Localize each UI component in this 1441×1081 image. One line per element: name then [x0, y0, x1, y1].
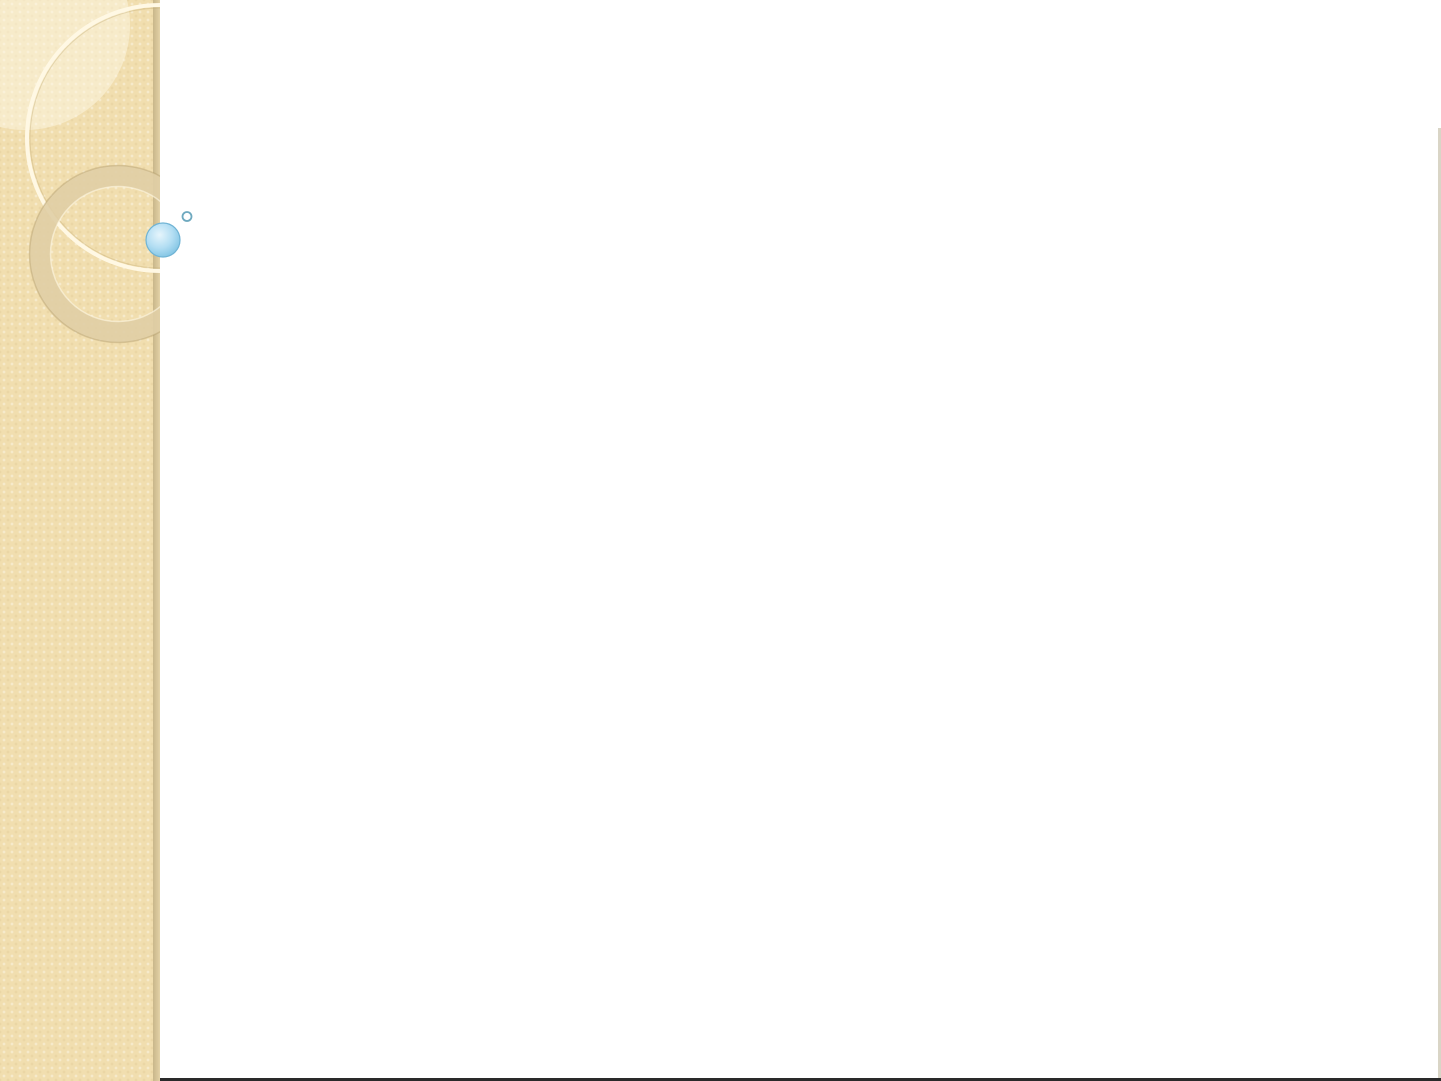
- corner-disc: [0, 0, 130, 130]
- small-bullet-icon: [181, 211, 193, 222]
- bullet-decor: [145, 211, 193, 258]
- blue-orb-icon: [145, 222, 181, 258]
- slide-canvas: [0, 0, 1441, 1081]
- decorative-rings: [0, 0, 160, 344]
